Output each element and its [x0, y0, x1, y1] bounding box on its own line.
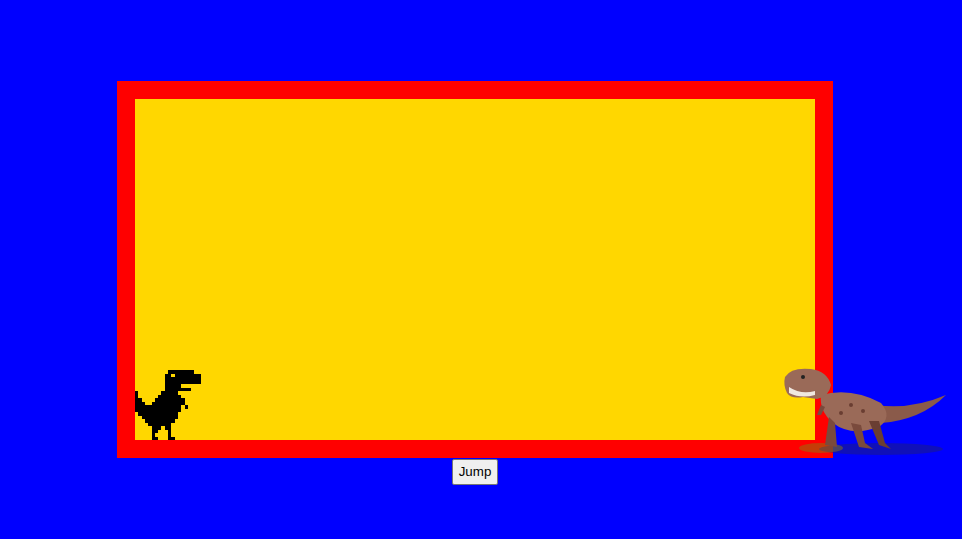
game-page: Jump: [0, 0, 962, 539]
pixel-dino-icon: [135, 370, 201, 440]
game-canvas: [135, 99, 815, 440]
t-rex-icon: [781, 365, 951, 460]
game-frame: [117, 81, 833, 458]
jump-button[interactable]: Jump: [452, 459, 499, 485]
game-area: Jump: [117, 81, 833, 485]
